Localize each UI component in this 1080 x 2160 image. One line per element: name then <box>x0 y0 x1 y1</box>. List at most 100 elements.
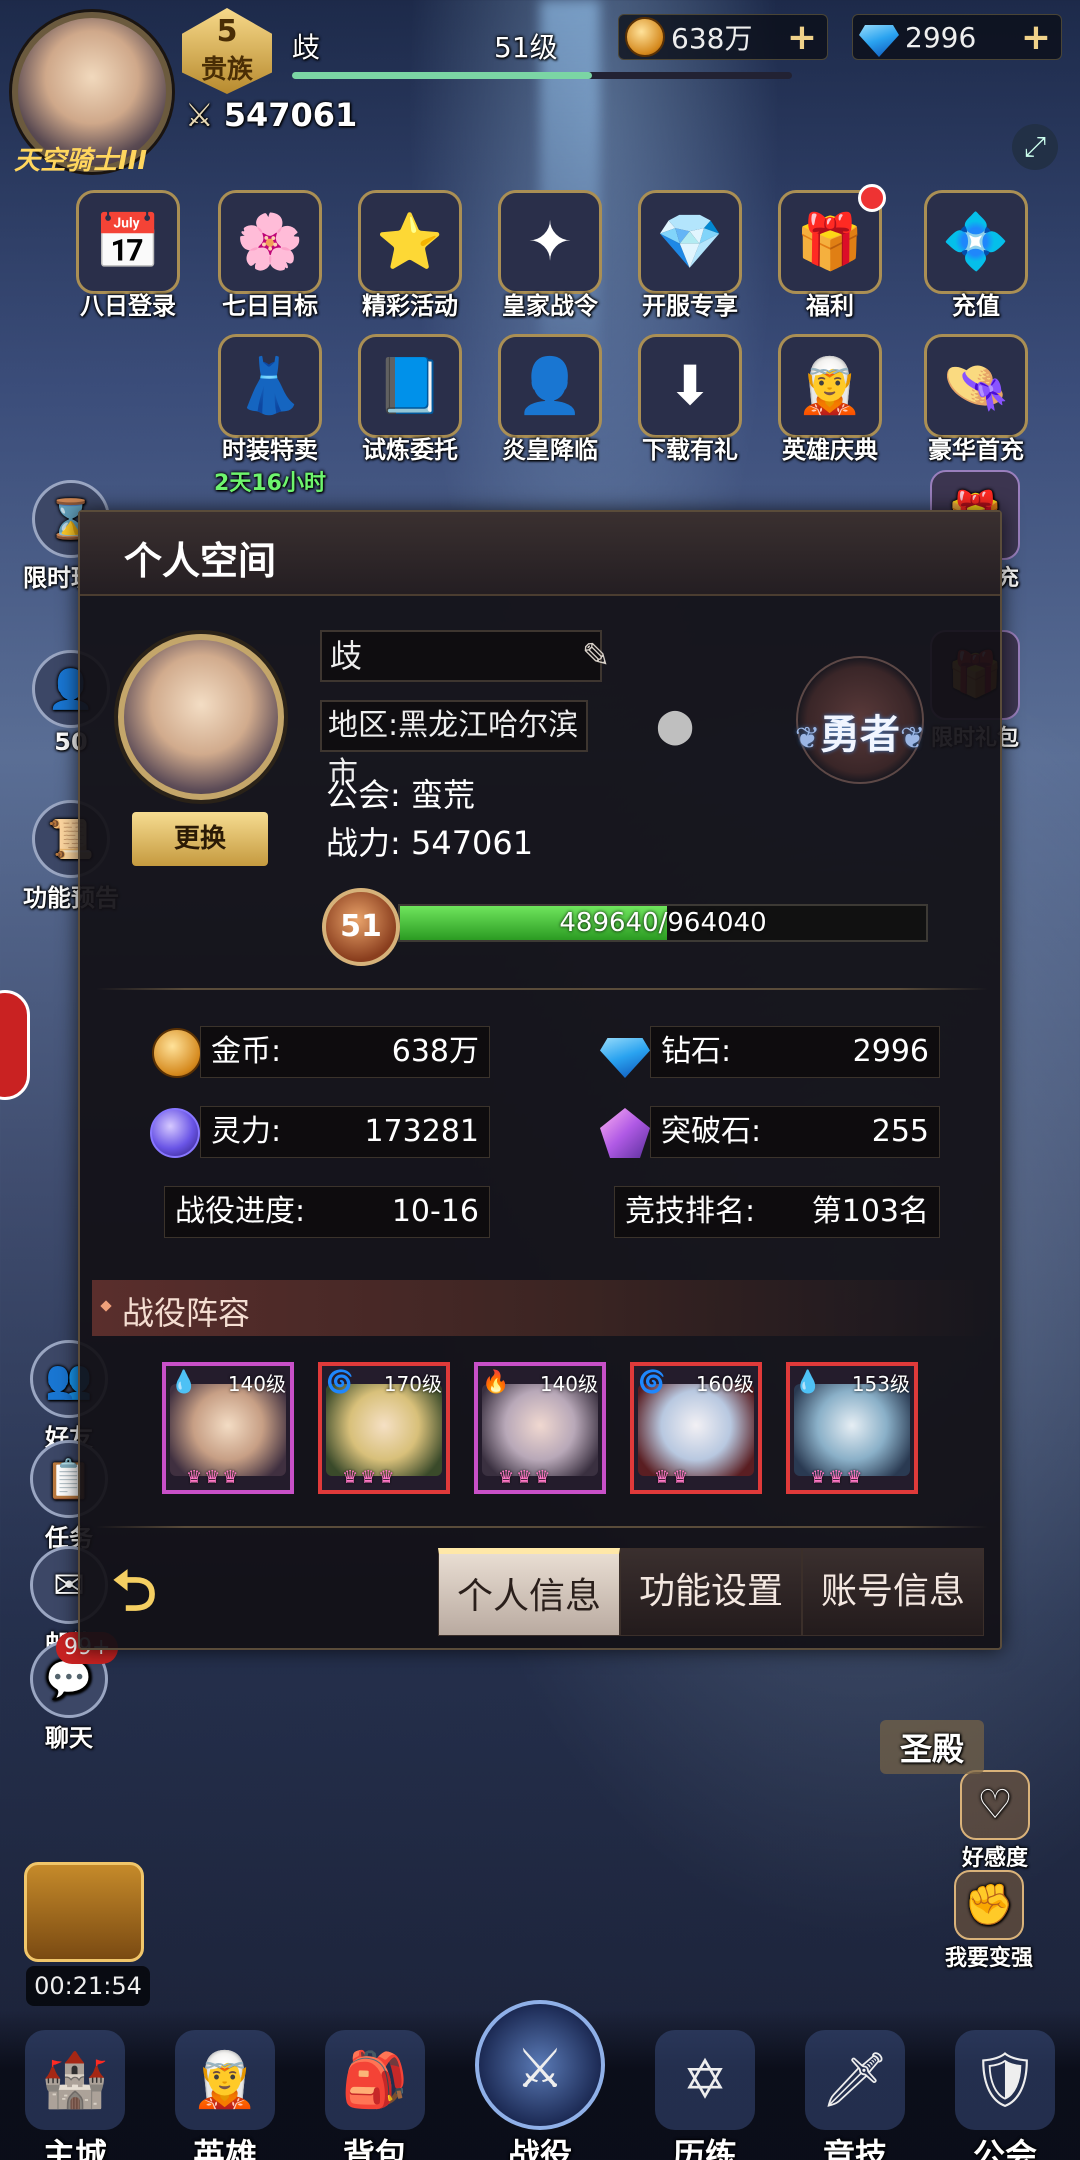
hero-portrait <box>638 1384 754 1476</box>
event-deluxe-first-recharge[interactable]: 👒 豪华首充 <box>910 334 1042 465</box>
nav-main-city[interactable]: 🏰 主城 <box>0 2030 150 2160</box>
side-red-tab[interactable] <box>0 990 30 1100</box>
edit-pencil-icon[interactable]: ✎ <box>572 630 620 682</box>
event-trial-commission[interactable]: 📘 试炼委托 <box>344 334 476 465</box>
event-eight-day-login[interactable]: 📅 八日登录 <box>62 190 194 321</box>
stat-value: 10-16 <box>391 1194 479 1229</box>
event-highlight-activity[interactable]: ⭐ 精彩活动 <box>344 190 476 321</box>
side-get-stronger[interactable]: ✊ 我要变强 <box>934 1870 1044 1972</box>
stat-value: 173281 <box>364 1114 479 1149</box>
hero-portrait <box>326 1384 442 1476</box>
event-welfare[interactable]: 🎁 福利 <box>764 184 896 321</box>
stat-campaign-progress: 战役进度: 10-16 <box>164 1186 490 1238</box>
hero-card[interactable]: 🔥 140级 ♛♛♛ <box>474 1362 606 1494</box>
diamond-add-button[interactable]: + <box>1021 17 1051 58</box>
diamond-icon <box>859 25 899 57</box>
power-value: 547061 <box>410 824 534 862</box>
stat-value: 255 <box>871 1114 929 1149</box>
title-badge[interactable]: ❦勇者❦ <box>740 656 940 784</box>
stat-label: 灵力: <box>211 1114 282 1149</box>
event-hero-celebration[interactable]: 🧝 英雄庆典 <box>764 334 896 465</box>
title-text: 勇者 <box>820 712 900 758</box>
vip-number: 5 <box>216 14 238 49</box>
hero-card[interactable]: 🌀 160级 ♛♛ <box>630 1362 762 1494</box>
top-xp-fill <box>292 72 592 79</box>
event-download-reward[interactable]: ⬇ 下载有礼 <box>624 334 756 465</box>
royal-emblem-icon: ✦ <box>498 190 602 294</box>
event-label: 八日登录 <box>80 292 176 320</box>
lineup-title: 战役阵容 <box>122 1294 251 1332</box>
title-badge-text: ❦勇者❦ <box>740 702 980 760</box>
nav-heroes[interactable]: 🧝 英雄 <box>150 2030 300 2160</box>
stat-value: 638万 <box>391 1034 479 1069</box>
divider <box>96 1526 988 1528</box>
tab-settings[interactable]: 功能设置 <box>620 1548 802 1636</box>
hero-portrait <box>482 1384 598 1476</box>
player-name: 歧 <box>292 31 321 64</box>
gold-coin-icon <box>625 17 665 57</box>
nav-guild[interactable]: 🛡 公会 <box>930 2030 1080 2160</box>
region-label: 地区: <box>328 708 399 743</box>
nav-arena[interactable]: 🗡 竞技 <box>780 2030 930 2160</box>
power-value: 547061 <box>223 96 358 134</box>
event-flame-emperor[interactable]: 👤 炎皇降临 <box>484 334 616 465</box>
change-avatar-button[interactable]: 更换 <box>132 812 268 866</box>
hero-level: 170级 <box>383 1372 442 1396</box>
tab-account-info[interactable]: 账号信息 <box>802 1548 984 1636</box>
divider <box>96 988 988 990</box>
download-icon: ⬇ <box>638 334 742 438</box>
hero-card[interactable]: 💧 140级 ♛♛♛ <box>162 1362 294 1494</box>
profile-xp-bar: 489640/964040 <box>398 904 928 942</box>
gold-coin-icon <box>152 1028 202 1078</box>
hero-portrait <box>794 1384 910 1476</box>
nav-label: 竞技 <box>822 2136 887 2160</box>
hero-stars: ♛♛♛ <box>498 1467 553 1488</box>
treasure-chest-icon[interactable] <box>24 1862 144 1962</box>
hexagram-icon: ✡ <box>655 2030 755 2130</box>
vip-badge[interactable]: 5 贵族 <box>182 8 272 94</box>
hero-card[interactable]: 💧 153级 ♛♛♛ <box>786 1362 918 1494</box>
level-badge: 51 <box>322 888 400 966</box>
event-label: 豪华首充 <box>928 436 1024 464</box>
stat-arena-rank: 竞技排名: 第103名 <box>614 1186 940 1238</box>
nav-campaign[interactable]: ⚔ 战役 <box>465 2000 615 2160</box>
map-temple-label[interactable]: 圣殿 <box>880 1720 985 1774</box>
event-royal-pass[interactable]: ✦ 皇家战令 <box>484 190 616 321</box>
event-fashion-sale[interactable]: 👗 时装特卖 2天16小时 <box>204 334 336 497</box>
side-affection[interactable]: ♡ 好感度 <box>940 1770 1050 1872</box>
diamond-icon <box>600 1038 650 1078</box>
name-field[interactable]: 歧 <box>320 630 602 682</box>
power-label: 战力: <box>326 824 401 862</box>
shield-icon: 🛡 <box>955 2030 1055 2130</box>
nav-label: 公会 <box>972 2136 1037 2160</box>
diamond-value: 2996 <box>905 20 977 54</box>
vip-label: 贵族 <box>200 55 253 85</box>
panel-title: 个人空间 <box>124 539 277 583</box>
nav-backpack[interactable]: 🎒 背包 <box>300 2030 450 2160</box>
region-field[interactable]: 地区:黑龙江哈尔滨市 <box>320 700 588 791</box>
side-label: 好感度 <box>961 1846 1028 1871</box>
event-seven-day-goal[interactable]: 🌸 七日目标 <box>204 190 336 321</box>
book-icon: 📘 <box>358 334 462 438</box>
stat-label: 金币: <box>211 1034 282 1069</box>
event-label: 下载有礼 <box>642 436 738 464</box>
hero-level: 140级 <box>539 1372 598 1396</box>
hero-card[interactable]: 🌀 170级 ♛♛♛ <box>318 1362 450 1494</box>
back-arrow-icon[interactable]: ⮌ <box>112 1562 202 1622</box>
event-recharge[interactable]: 💠 充值 <box>910 190 1042 321</box>
guild-value: 蛮荒 <box>410 776 475 814</box>
nav-training[interactable]: ✡ 历练 <box>630 2030 780 2160</box>
gold-resource: 638万 + <box>618 14 828 60</box>
nav-label: 背包 <box>342 2136 407 2160</box>
gold-add-button[interactable]: + <box>787 17 817 58</box>
event-label: 炎皇降临 <box>502 436 598 464</box>
fist-icon: ✊ <box>954 1870 1024 1940</box>
tab-personal-info[interactable]: 个人信息 <box>438 1548 620 1636</box>
event-server-exclusive[interactable]: 💎 开服专享 <box>624 190 756 321</box>
hero-stars: ♛♛♛ <box>342 1467 397 1488</box>
stat-label: 突破石: <box>661 1114 762 1149</box>
location-pin-icon[interactable]: ⬤ <box>656 706 694 746</box>
stat-diamond: 钻石: 2996 <box>650 1026 940 1078</box>
event-label: 福利 <box>806 292 854 320</box>
fullscreen-icon[interactable]: ⤢ <box>1012 124 1058 170</box>
